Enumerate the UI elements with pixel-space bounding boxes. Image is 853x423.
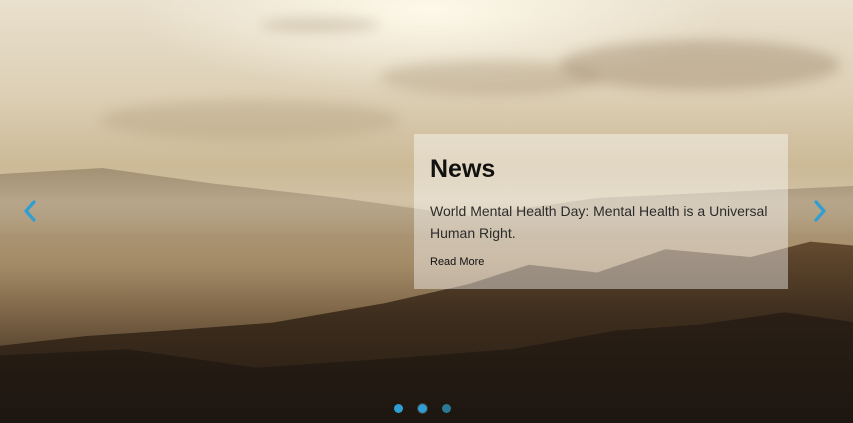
cloud (380, 60, 600, 95)
hero-slider: News World Mental Health Day: Mental Hea… (0, 0, 853, 423)
slide-dot-3[interactable] (442, 404, 451, 413)
read-more-link[interactable]: Read More (430, 256, 484, 268)
previous-slide-button[interactable] (18, 198, 42, 224)
chevron-left-icon (24, 200, 36, 222)
slide-pagination (394, 404, 451, 413)
news-title: News (430, 155, 496, 183)
cloud (260, 18, 380, 32)
next-slide-button[interactable] (808, 198, 832, 224)
slide-dot-1[interactable] (394, 404, 403, 413)
chevron-right-icon (814, 200, 826, 222)
news-headline: World Mental Health Day: Mental Health i… (430, 203, 768, 241)
slide-dot-2[interactable] (418, 404, 427, 413)
cloud (560, 40, 840, 90)
news-caption-card: News World Mental Health Day: Mental Hea… (414, 134, 788, 289)
cloud (100, 100, 400, 140)
